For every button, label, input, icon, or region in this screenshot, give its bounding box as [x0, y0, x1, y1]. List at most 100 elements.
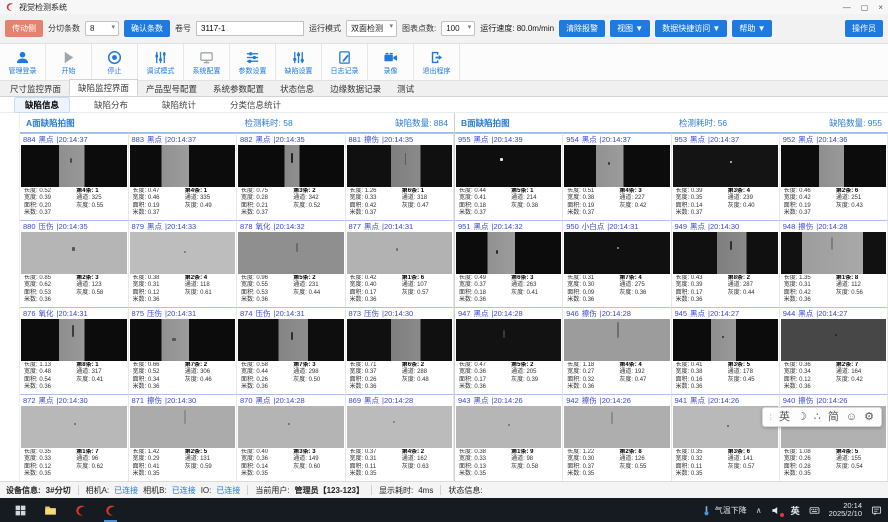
defect-cell[interactable]: 948擦伤|20:14:28长度: 1.35宽度: 0.31面积: 0.42米数… [780, 220, 888, 307]
tab-edge-data[interactable]: 边缘数据记录 [322, 81, 389, 96]
operator-button[interactable]: 操作员 [845, 20, 883, 37]
defect-cell[interactable]: 953黑点|20:14:37长度: 0.39宽度: 0.35面积: 0.14米数… [672, 133, 780, 220]
confirm-count-button[interactable]: 确认条数 [124, 20, 170, 37]
notification-center-icon[interactable] [871, 505, 882, 516]
toolbar-button-record-video[interactable]: 录像 [368, 44, 414, 80]
ime-moon-icon[interactable]: ☽ [797, 412, 807, 423]
file-explorer-button[interactable] [44, 504, 57, 517]
toolbar-button-defect-settings[interactable]: 缺陷设置 [276, 44, 322, 80]
start-button[interactable] [14, 504, 27, 517]
speaker-icon[interactable] [771, 505, 782, 516]
tab-size-monitor[interactable]: 尺寸监控界面 [2, 81, 69, 96]
drive-side-button[interactable]: 传动侧 [5, 20, 43, 37]
defect-cell[interactable]: 945黑点|20:14:27长度: 0.41宽度: 0.38面积: 0.16米数… [672, 307, 780, 394]
defect-cell[interactable]: 880压伤|20:14:35长度: 0.85宽度: 0.62面积: 0.53米数… [20, 220, 129, 307]
defect-cell[interactable]: 873压伤|20:14:30长度: 0.71宽度: 0.37面积: 0.26米数… [346, 307, 455, 394]
defect-cell[interactable]: 943黑点|20:14:26长度: 0.38宽度: 0.33面积: 0.13米数… [455, 394, 563, 481]
tab-system-params[interactable]: 系统参数配置 [205, 81, 272, 96]
ime-dots-icon[interactable]: ∴ [814, 412, 821, 423]
close-button[interactable]: × [878, 3, 883, 12]
metric-line: 面积: 0.11 [350, 464, 399, 471]
defect-cell[interactable]: 954黑点|20:14:37长度: 0.51宽度: 0.38面积: 0.19米数… [563, 133, 671, 220]
defect-mark [730, 161, 732, 163]
toolbar-button-admin-login[interactable]: 管理登录 [0, 44, 46, 80]
toolbar-button-system-config[interactable]: 系统配置 [184, 44, 230, 80]
metric-line: 通道: 335 [185, 195, 234, 202]
toolbar-button-label: 日志记录 [331, 66, 359, 76]
defect-cell[interactable]: 949黑点|20:14:30长度: 0.43宽度: 0.39面积: 0.17米数… [672, 220, 780, 307]
defect-metrics: 长度: 0.49宽度: 0.37面积: 0.18米数: 0.36第6条: 3通道… [455, 274, 562, 307]
toolbar-button-debug-mode[interactable]: 调试模式 [138, 44, 184, 80]
metrics-left-column: 长度: 0.75宽度: 0.28面积: 0.21米数: 0.37 [241, 188, 290, 219]
subtab-defect-info[interactable]: 缺陷信息 [14, 97, 70, 113]
ime-english[interactable]: 英 [779, 412, 790, 423]
defect-cell[interactable]: 874压伤|20:14:31长度: 0.58宽度: 0.44面积: 0.26米数… [237, 307, 346, 394]
roll-number-input[interactable] [196, 21, 304, 36]
ime-simplified[interactable]: 简 [828, 412, 839, 423]
defect-cell[interactable]: 955黑点|20:14:39长度: 0.44宽度: 0.41面积: 0.18米数… [455, 133, 563, 220]
defect-cell[interactable]: 875压伤|20:14:31长度: 0.66宽度: 0.52面积: 0.34米数… [129, 307, 238, 394]
view-menu-button[interactable]: 视图 ▼ [610, 20, 650, 37]
toolbar-button-start[interactable]: 开始 [46, 44, 92, 80]
toolbar-button-exit-program[interactable]: 退出程序 [414, 44, 460, 80]
defect-cell[interactable]: 872黑点|20:14:30长度: 0.35宽度: 0.33面积: 0.12米数… [20, 394, 129, 481]
defect-cell-header: 869黑点|20:14:28 [346, 395, 454, 406]
app-taskbar-icon-1[interactable] [74, 504, 87, 517]
taskbar-clock[interactable]: 20:14 2025/2/10 [829, 502, 862, 519]
defect-cell[interactable]: 942擦伤|20:14:26长度: 1.22宽度: 0.30面积: 0.37米数… [563, 394, 671, 481]
defect-cell[interactable]: 879黑点|20:14:33长度: 0.38宽度: 0.31面积: 0.12米数… [129, 220, 238, 307]
metrics-left-column: 长度: 0.42宽度: 0.40面积: 0.17米数: 0.36 [350, 275, 399, 306]
defect-cell[interactable]: 869黑点|20:14:28长度: 0.37宽度: 0.31面积: 0.11米数… [346, 394, 455, 481]
defect-mark [722, 336, 724, 338]
defect-cell[interactable]: 876氧化|20:14:31长度: 1.13宽度: 0.48面积: 0.54米数… [20, 307, 129, 394]
defect-id: 884 [23, 135, 36, 144]
toolbar-button-stop[interactable]: 停止 [92, 44, 138, 80]
weather-widget[interactable]: 气温下降 [701, 505, 747, 516]
defect-cell[interactable]: 878氧化|20:14:32长度: 0.96宽度: 0.55面积: 0.53米数… [237, 220, 346, 307]
app-taskbar-icon-2[interactable] [104, 504, 117, 517]
defect-cell[interactable]: 883黑点|20:14:37长度: 0.47宽度: 0.46面积: 0.19米数… [129, 133, 238, 220]
tab-product-config[interactable]: 产品型号配置 [138, 81, 205, 96]
subtab-defect-stats[interactable]: 缺陷统计 [152, 98, 206, 112]
tray-expand-icon[interactable]: ∧ [756, 506, 762, 515]
ime-gear-icon[interactable]: ⚙ [864, 412, 874, 423]
help-menu-button[interactable]: 帮助 ▼ [732, 20, 772, 37]
defect-cell[interactable]: 944黑点|20:14:27长度: 0.36宽度: 0.34面积: 0.12米数… [780, 307, 888, 394]
metric-line: 面积: 0.19 [567, 203, 616, 210]
slit-count-select[interactable]: 8 [85, 21, 119, 36]
tab-defect-monitor[interactable]: 缺陷监控界面 [69, 79, 138, 96]
defect-cell[interactable]: 946擦伤|20:14:28长度: 1.18宽度: 0.27面积: 0.32米数… [563, 307, 671, 394]
exit-icon [429, 50, 444, 65]
defect-cell[interactable]: 877黑点|20:14:31长度: 0.42宽度: 0.40面积: 0.17米数… [346, 220, 455, 307]
tab-test[interactable]: 测试 [389, 81, 422, 96]
metric-line: 米数: 0.36 [676, 297, 725, 304]
tab-status-info[interactable]: 状态信息 [272, 81, 322, 96]
metric-line: 米数: 0.36 [459, 384, 508, 391]
quick-access-menu-button[interactable]: 数据快捷访问 ▼ [655, 20, 727, 37]
run-mode-select[interactable]: 双面检测 [346, 20, 397, 37]
minimize-button[interactable]: — [843, 3, 851, 12]
defect-cell[interactable]: 884黑点|20:14:37长度: 0.52宽度: 0.39面积: 0.20米数… [20, 133, 129, 220]
toolbar-button-param-settings[interactable]: 参数设置 [230, 44, 276, 80]
defect-image [673, 319, 778, 361]
subtab-class-info-stats[interactable]: 分类信息统计 [220, 98, 291, 112]
ime-smiley-icon[interactable]: ☺ [846, 412, 857, 423]
subtab-defect-distribution[interactable]: 缺陷分布 [84, 98, 138, 112]
ime-grip-icon[interactable]: ⁞ [770, 412, 773, 422]
defect-cell[interactable]: 947黑点|20:14:28长度: 0.47宽度: 0.36面积: 0.17米数… [455, 307, 563, 394]
defect-cell[interactable]: 881擦伤|20:14:35长度: 1.26宽度: 0.33面积: 0.42米数… [346, 133, 455, 220]
defect-cell[interactable]: 882黑点|20:14:35长度: 0.75宽度: 0.28面积: 0.21米数… [237, 133, 346, 220]
defect-time: |20:14:31 [382, 222, 413, 231]
chart-points-select[interactable]: 100 [441, 21, 475, 36]
defect-cell[interactable]: 870黑点|20:14:28长度: 0.40宽度: 0.36面积: 0.14米数… [237, 394, 346, 481]
maximize-button[interactable]: ▢ [861, 3, 869, 12]
defect-cell[interactable]: 951黑点|20:14:32长度: 0.49宽度: 0.37面积: 0.18米数… [455, 220, 563, 307]
defect-cell[interactable]: 952黑点|20:14:36长度: 0.46宽度: 0.42面积: 0.19米数… [780, 133, 888, 220]
defect-cell[interactable]: 871擦伤|20:14:30长度: 1.42宽度: 0.29面积: 0.41米数… [129, 394, 238, 481]
clear-alarm-button[interactable]: 清除报警 [559, 20, 605, 37]
keyboard-icon[interactable] [809, 505, 820, 516]
defect-cell[interactable]: 950小白点|20:14:31长度: 0.31宽度: 0.30面积: 0.09米… [563, 220, 671, 307]
defect-mark [727, 425, 729, 427]
language-indicator[interactable]: 英 [791, 504, 800, 517]
toolbar-button-log-record[interactable]: 日志记录 [322, 44, 368, 80]
